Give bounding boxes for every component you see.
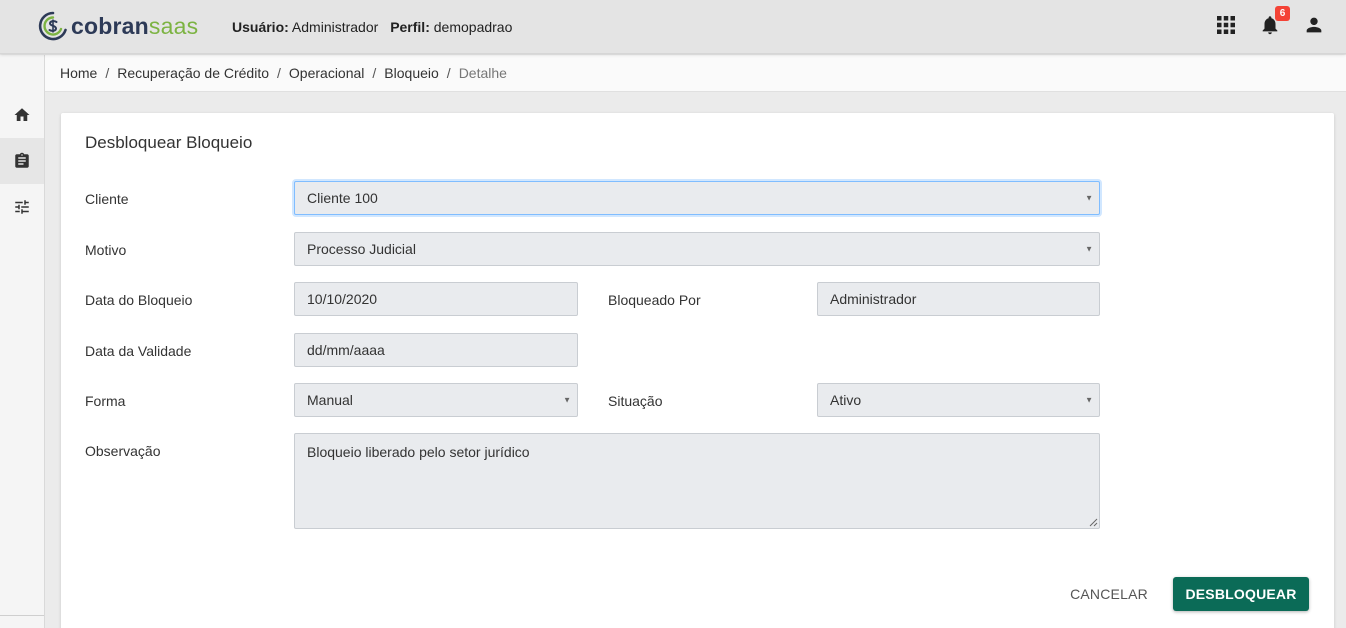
situacao-value: Ativo bbox=[830, 392, 862, 408]
brand-logo[interactable]: cobransaas bbox=[38, 9, 198, 43]
brand-part-2: saas bbox=[148, 12, 199, 39]
cliente-select[interactable]: Cliente 100 ▼ bbox=[294, 181, 1100, 215]
apps-grid-icon[interactable] bbox=[1214, 13, 1238, 37]
data-validade-placeholder: dd/mm/aaaa bbox=[307, 342, 385, 358]
chevron-down-icon: ▼ bbox=[1085, 244, 1093, 254]
breadcrumb: Home / Recuperação de Crédito / Operacio… bbox=[45, 55, 1346, 92]
user-label: Usuário: bbox=[232, 19, 289, 35]
motivo-value: Processo Judicial bbox=[307, 241, 416, 257]
situacao-select[interactable]: Ativo ▼ bbox=[817, 383, 1100, 417]
breadcrumb-separator: / bbox=[277, 65, 281, 81]
clipboard-icon bbox=[15, 152, 29, 168]
sidebar-item-home[interactable] bbox=[0, 92, 44, 138]
page-title: Desbloquear Bloqueio bbox=[85, 133, 253, 152]
brand-part-1: cobran bbox=[71, 12, 149, 39]
cancel-button[interactable]: CANCELAR bbox=[1062, 576, 1156, 612]
unblock-button[interactable]: DESBLOQUEAR bbox=[1173, 577, 1309, 611]
user-info: Usuário: Administrador Perfil: demopadra… bbox=[232, 19, 512, 35]
logo-mark-icon bbox=[38, 11, 67, 41]
forma-select[interactable]: Manual ▼ bbox=[294, 383, 578, 417]
observacao-value: Bloqueio liberado pelo setor jurídico bbox=[307, 444, 530, 460]
resize-handle-icon[interactable] bbox=[1089, 518, 1098, 527]
motivo-label: Motivo bbox=[85, 242, 127, 258]
data-bloqueio-value: 10/10/2020 bbox=[307, 291, 378, 307]
account-icon[interactable] bbox=[1302, 13, 1326, 37]
breadcrumb-operacional[interactable]: Operacional bbox=[289, 65, 365, 81]
cliente-label: Cliente bbox=[85, 191, 129, 207]
breadcrumb-separator: / bbox=[446, 65, 451, 81]
breadcrumb-current: Detalhe bbox=[458, 65, 507, 81]
home-icon bbox=[14, 108, 30, 121]
sidebar bbox=[0, 55, 45, 628]
forma-label: Forma bbox=[85, 393, 126, 409]
user-value: Administrador bbox=[291, 19, 379, 35]
bloqueado-por-value: Administrador bbox=[830, 291, 917, 307]
notification-badge: 6 bbox=[1275, 6, 1290, 21]
breadcrumb-bloqueio[interactable]: Bloqueio bbox=[384, 65, 439, 81]
sidebar-divider bbox=[0, 615, 44, 616]
breadcrumb-separator: / bbox=[372, 65, 377, 81]
chevron-down-icon: ▼ bbox=[1085, 395, 1093, 405]
sidebar-item-settings[interactable] bbox=[0, 184, 44, 230]
breadcrumb-recuperacao[interactable]: Recuperação de Crédito bbox=[117, 65, 269, 81]
bloqueado-por-field[interactable]: Administrador bbox=[817, 282, 1100, 316]
header-actions: 6 bbox=[1214, 6, 1326, 37]
data-validade-label: Data da Validade bbox=[85, 343, 192, 359]
bloqueado-por-label: Bloqueado Por bbox=[608, 292, 701, 308]
breadcrumb-home[interactable]: Home bbox=[60, 65, 97, 81]
chevron-down-icon: ▼ bbox=[1085, 193, 1093, 203]
sidebar-item-operations[interactable] bbox=[0, 138, 44, 184]
motivo-select[interactable]: Processo Judicial ▼ bbox=[294, 232, 1100, 266]
situacao-label: Situação bbox=[608, 393, 663, 409]
data-bloqueio-label: Data do Bloqueio bbox=[85, 292, 193, 308]
cliente-value: Cliente 100 bbox=[307, 190, 378, 206]
profile-value: demopadrao bbox=[433, 19, 513, 35]
observacao-textarea[interactable]: Bloqueio liberado pelo setor jurídico bbox=[294, 433, 1100, 529]
chevron-down-icon: ▼ bbox=[563, 395, 571, 405]
observacao-label: Observação bbox=[85, 443, 161, 459]
data-bloqueio-field[interactable]: 10/10/2020 bbox=[294, 282, 578, 316]
bell-icon[interactable]: 6 bbox=[1258, 6, 1290, 37]
form-card: Desbloquear Bloqueio Cliente Cliente 100… bbox=[61, 113, 1334, 628]
profile-label: Perfil: bbox=[390, 19, 430, 35]
top-bar: cobransaas Usuário: Administrador Perfil… bbox=[0, 0, 1346, 54]
data-validade-field[interactable]: dd/mm/aaaa bbox=[294, 333, 578, 367]
breadcrumb-separator: / bbox=[105, 65, 110, 81]
forma-value: Manual bbox=[307, 392, 353, 408]
brand-name: cobransaas bbox=[71, 13, 198, 40]
sliders-icon bbox=[15, 200, 29, 214]
